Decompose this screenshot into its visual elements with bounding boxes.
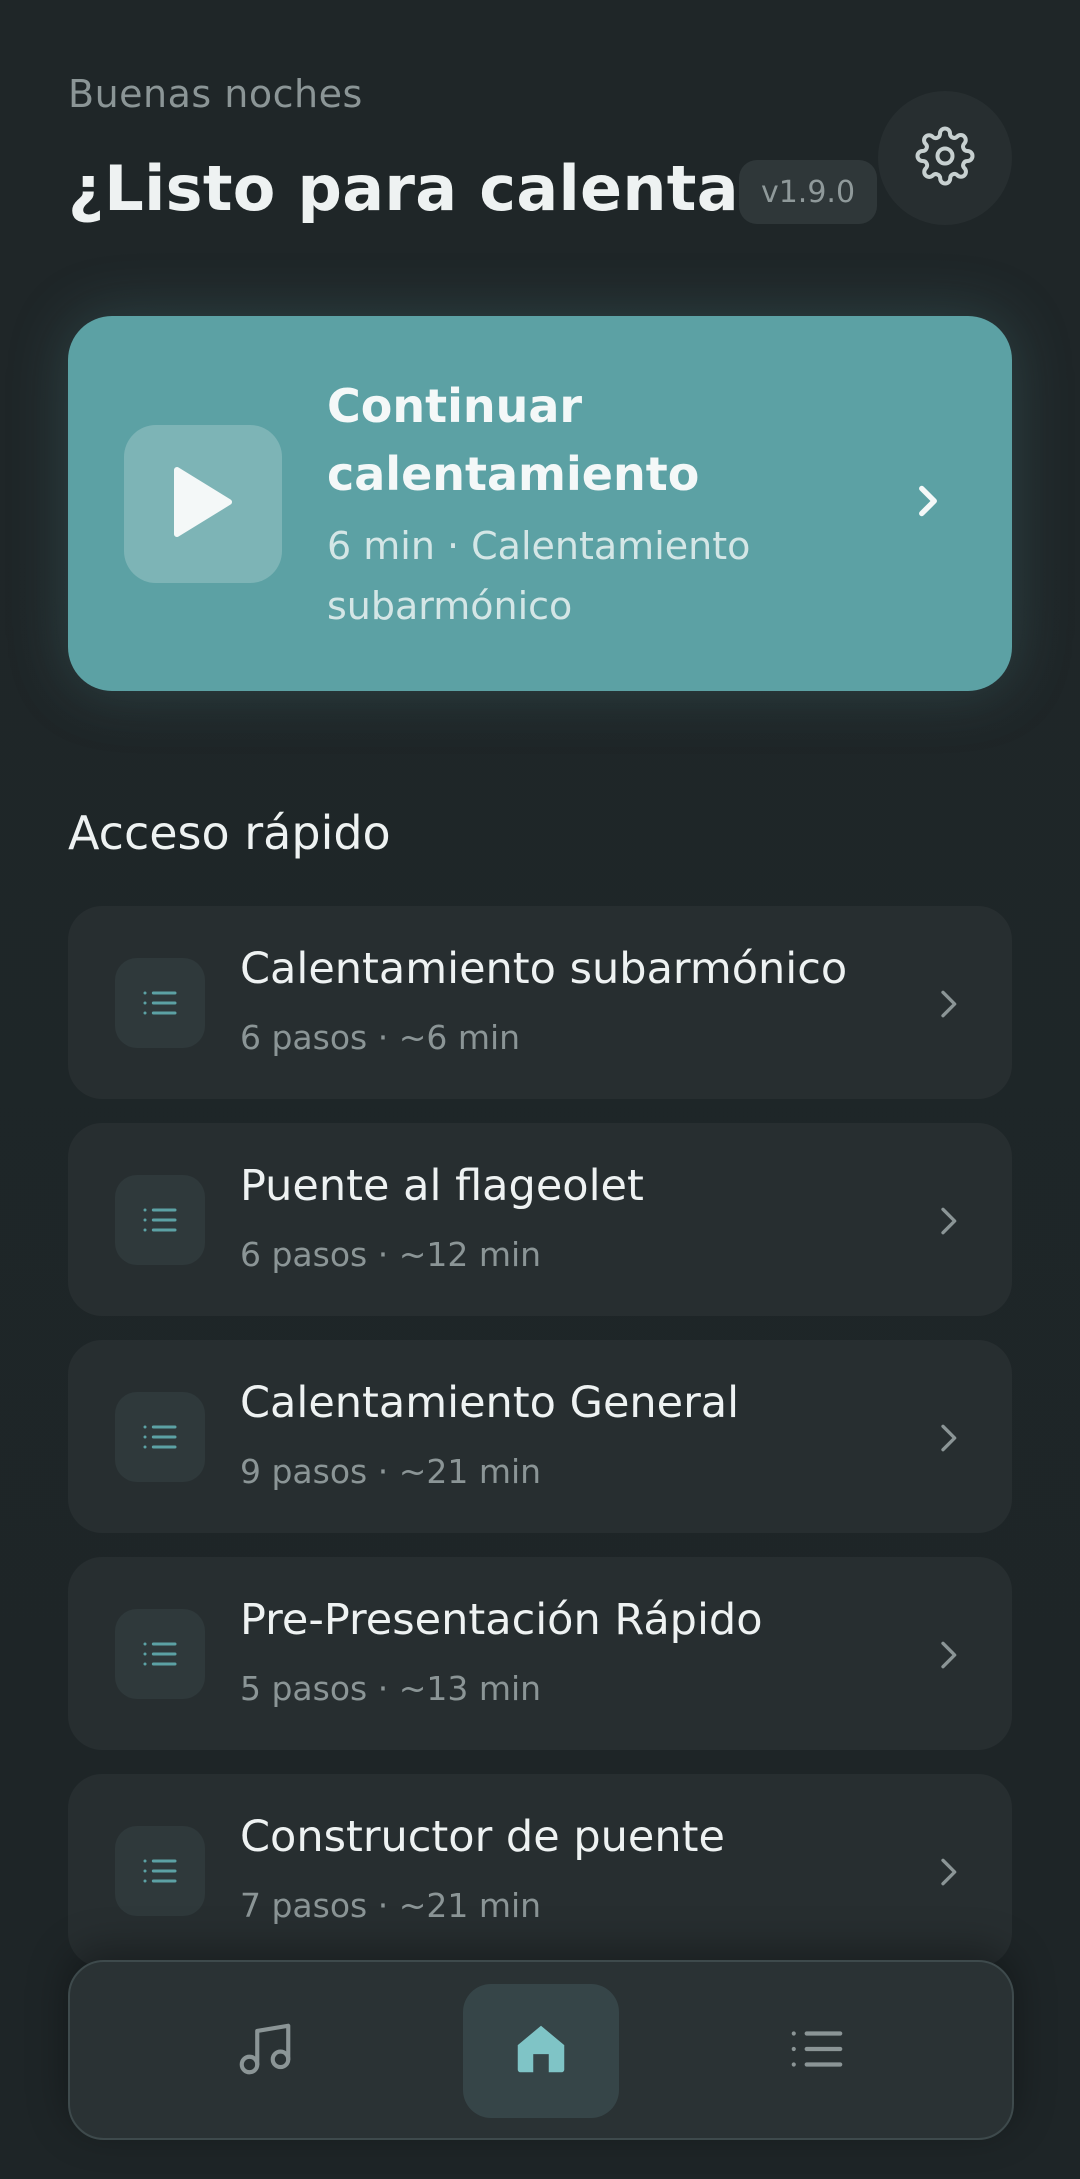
gear-icon [915, 126, 975, 190]
bottom-navigation [68, 1960, 1014, 2140]
settings-button[interactable] [878, 91, 1012, 225]
list-item-meta: 7 pasos · ~21 min [240, 1886, 542, 1925]
chevron-right-icon [928, 1852, 968, 1892]
nav-home-button[interactable] [463, 1984, 619, 2118]
chevron-right-icon [928, 984, 968, 1024]
list-icon [115, 1826, 205, 1916]
play-button[interactable] [124, 425, 282, 583]
list-item-title: Constructor de puente [240, 1812, 725, 1862]
list-icon [115, 1392, 205, 1482]
continue-subtitle: 6 min · Calentamiento subarmónico [327, 524, 751, 628]
play-icon [171, 466, 235, 542]
list-item[interactable]: Constructor de puente 7 pasos · ~21 min [68, 1774, 1012, 1967]
list-item[interactable]: Pre-Presentación Rápido 5 pasos · ~13 mi… [68, 1557, 1012, 1750]
list-icon [786, 2018, 848, 2084]
list-item[interactable]: Puente al flageolet 6 pasos · ~12 min [68, 1123, 1012, 1316]
list-item-meta: 5 pasos · ~13 min [240, 1669, 542, 1708]
list-item-title: Calentamiento subarmónico [240, 944, 848, 994]
greeting-text: Buenas noches [68, 72, 363, 116]
chevron-right-icon [928, 1635, 968, 1675]
list-item-title: Pre-Presentación Rápido [240, 1595, 763, 1645]
continue-warmup-card[interactable]: Continuar calentamiento 6 min · Calentam… [68, 316, 1012, 691]
chevron-right-icon [928, 1201, 968, 1241]
continue-title: Continuar calentamiento [327, 379, 700, 501]
list-item-title: Puente al flageolet [240, 1161, 644, 1211]
list-item-meta: 6 pasos · ~12 min [240, 1235, 542, 1274]
chevron-right-icon [928, 1418, 968, 1458]
list-item[interactable]: Calentamiento General 9 pasos · ~21 min [68, 1340, 1012, 1533]
section-title-quick-access: Acceso rápido [68, 806, 391, 860]
list-item[interactable]: Calentamiento subarmónico 6 pasos · ~6 m… [68, 906, 1012, 1099]
nav-music-button[interactable] [187, 1984, 343, 2118]
list-icon [115, 1175, 205, 1265]
quick-access-list: Calentamiento subarmónico 6 pasos · ~6 m… [68, 906, 1012, 1991]
music-note-icon [234, 2018, 296, 2084]
page-title: ¿Listo para calentar? [68, 152, 807, 225]
home-screen: Buenas noches ¿Listo para calentar? v1.9… [0, 0, 1080, 2179]
version-badge: v1.9.0 [739, 160, 877, 224]
list-item-meta: 9 pasos · ~21 min [240, 1452, 542, 1491]
list-item-title: Calentamiento General [240, 1378, 740, 1428]
list-icon [115, 1609, 205, 1699]
list-item-meta: 6 pasos · ~6 min [240, 1018, 521, 1057]
home-icon [510, 2018, 572, 2084]
nav-list-button[interactable] [739, 1984, 895, 2118]
chevron-right-icon [903, 476, 953, 526]
list-icon [115, 958, 205, 1048]
